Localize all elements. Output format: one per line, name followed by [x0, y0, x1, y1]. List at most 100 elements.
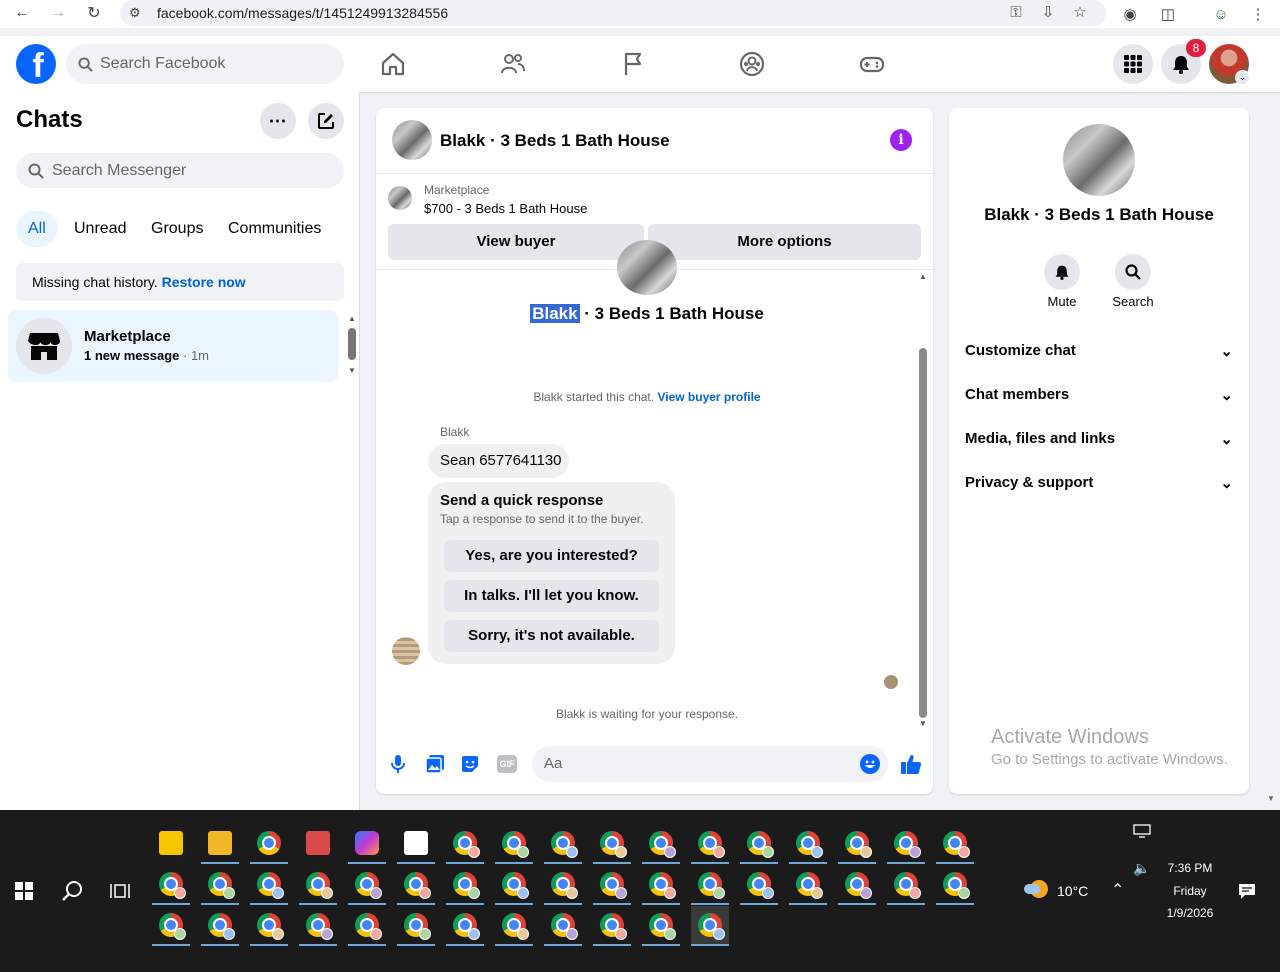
chrome-profile-window-icon[interactable]: [593, 824, 631, 864]
photo-attach-icon[interactable]: [425, 754, 445, 774]
chrome-icon[interactable]: [250, 824, 288, 864]
view-buyer-profile-link[interactable]: View buyer profile: [657, 390, 760, 404]
filter-communities[interactable]: Communities: [216, 211, 333, 247]
chrome-profile-window-icon[interactable]: [642, 865, 680, 905]
gaming-icon[interactable]: [858, 50, 886, 78]
search-in-chat-button[interactable]: [1115, 254, 1151, 290]
chrome-profile-window-icon[interactable]: [838, 865, 876, 905]
chrome-profile-window-icon[interactable]: [838, 824, 876, 864]
page-scroll-down-icon[interactable]: ▼: [1267, 794, 1275, 803]
reload-icon[interactable]: ↻: [82, 2, 106, 24]
chrome-profile-window-icon[interactable]: [936, 824, 974, 864]
chrome-profile-window-icon[interactable]: [495, 906, 533, 946]
chrome-profile-window-icon[interactable]: [691, 824, 729, 864]
windows-start-icon[interactable]: [15, 882, 33, 900]
mute-button[interactable]: [1044, 254, 1080, 290]
scroll-up-icon[interactable]: ▲: [919, 272, 927, 281]
chrome-profile-window-icon[interactable]: [691, 906, 729, 946]
chrome-profile-window-icon[interactable]: [152, 906, 190, 946]
notifications-center-icon[interactable]: [1238, 882, 1256, 900]
scroll-down-icon[interactable]: ▼: [919, 719, 927, 728]
chat-options-button[interactable]: ⋯: [260, 103, 296, 139]
listing-title[interactable]: $700 - 3 Beds 1 Bath House: [424, 201, 587, 216]
chrome-profile-window-icon[interactable]: [495, 865, 533, 905]
forward-icon[interactable]: →: [46, 2, 70, 24]
clock-date[interactable]: 1/9/2026: [1150, 906, 1230, 920]
emoji-icon[interactable]: [860, 754, 880, 774]
info-icon[interactable]: i: [890, 129, 912, 151]
section-customize-chat[interactable]: Customize chat ⌄: [965, 342, 1233, 360]
friends-icon[interactable]: [499, 50, 527, 78]
scroll-thumb[interactable]: [348, 328, 356, 360]
messenger-search-input[interactable]: Search Messenger: [16, 153, 344, 188]
chrome-profile-window-icon[interactable]: [642, 824, 680, 864]
section-chat-members[interactable]: Chat members ⌄: [965, 386, 1233, 404]
chrome-profile-window-icon[interactable]: [495, 824, 533, 864]
filter-unread[interactable]: Unread: [62, 211, 138, 247]
taskbar-search-icon[interactable]: [61, 880, 83, 902]
chrome-profile-window-icon[interactable]: [250, 865, 288, 905]
chat-list-item-marketplace[interactable]: Marketplace 1 new message · 1m: [8, 310, 338, 382]
conversation-title[interactable]: Blakk · 3 Beds 1 Bath House: [440, 131, 670, 151]
microphone-icon[interactable]: [390, 754, 406, 774]
facebook-search-input[interactable]: Search Facebook: [66, 44, 344, 84]
message-bubble[interactable]: Sean 6577641130: [428, 444, 569, 478]
task-view-icon[interactable]: [110, 882, 130, 900]
view-buyer-button[interactable]: View buyer: [388, 224, 644, 260]
new-message-button[interactable]: [308, 103, 344, 139]
chrome-profile-window-icon[interactable]: [446, 865, 484, 905]
chrome-profile-window-icon[interactable]: [397, 906, 435, 946]
pages-flag-icon[interactable]: [619, 50, 647, 78]
chrome-profile-window-icon[interactable]: [740, 865, 778, 905]
facebook-logo[interactable]: f: [16, 44, 56, 84]
chrome-profile-window-icon[interactable]: [593, 906, 631, 946]
menu-grid-button[interactable]: [1113, 44, 1153, 84]
chrome-profile-window-icon[interactable]: [691, 865, 729, 905]
chrome-profile-window-icon[interactable]: [152, 865, 190, 905]
chrome-profile-window-icon[interactable]: [348, 906, 386, 946]
quick-response-in-talks[interactable]: In talks. I'll let you know.: [444, 580, 659, 612]
paint-icon[interactable]: [299, 824, 337, 864]
chrome-profile-window-icon[interactable]: [544, 906, 582, 946]
tray-chevron-icon[interactable]: ⌃: [1111, 880, 1124, 900]
menu-kebab-icon[interactable]: ⋮: [1248, 4, 1268, 24]
url-text[interactable]: facebook.com/messages/t/1451249913284556: [157, 5, 448, 21]
gif-icon[interactable]: GIF: [497, 755, 517, 773]
weather-temperature[interactable]: 10°C: [1057, 883, 1088, 899]
chrome-profile-window-icon[interactable]: [299, 906, 337, 946]
message-input[interactable]: Aa: [532, 746, 888, 782]
file-explorer-icon[interactable]: [201, 824, 239, 864]
copilot-icon[interactable]: [348, 824, 386, 864]
chrome-profile-window-icon[interactable]: [789, 824, 827, 864]
clock-time[interactable]: 7:36 PM: [1150, 861, 1230, 875]
chrome-profile-window-icon[interactable]: [936, 865, 974, 905]
chrome-profile-window-icon[interactable]: [299, 865, 337, 905]
scroll-up-icon[interactable]: ▲: [348, 314, 356, 323]
bookmark-star-icon[interactable]: ☆: [1070, 2, 1090, 22]
chrome-profile-window-icon[interactable]: [250, 906, 288, 946]
details-avatar[interactable]: [1063, 124, 1135, 196]
extensions-icon[interactable]: ◫: [1158, 4, 1178, 24]
chrome-profile-window-icon[interactable]: [887, 824, 925, 864]
sticker-icon[interactable]: [460, 754, 480, 774]
home-icon[interactable]: [379, 50, 407, 78]
network-icon[interactable]: [1133, 824, 1151, 838]
filter-groups[interactable]: Groups: [139, 211, 215, 247]
scroll-thumb[interactable]: [919, 348, 927, 718]
globe-icon[interactable]: ◉: [1120, 4, 1140, 24]
back-icon[interactable]: ←: [10, 2, 34, 24]
filter-all[interactable]: All: [16, 211, 58, 247]
more-options-button[interactable]: More options: [648, 224, 921, 260]
chrome-profile-window-icon[interactable]: [446, 906, 484, 946]
section-media-files-links[interactable]: Media, files and links ⌄: [965, 430, 1233, 448]
chrome-profile-window-icon[interactable]: [593, 865, 631, 905]
chrome-profile-window-icon[interactable]: [887, 865, 925, 905]
chrome-profile-window-icon[interactable]: [201, 865, 239, 905]
site-info-icon[interactable]: ⚙: [129, 5, 141, 21]
key-icon[interactable]: ⚿: [1006, 2, 1026, 22]
address-bar[interactable]: ⚙ facebook.com/messages/t/14512499132845…: [120, 0, 1106, 26]
sender-avatar[interactable]: [392, 637, 420, 665]
thumbs-up-icon[interactable]: [900, 753, 922, 775]
chrome-profile-window-icon[interactable]: [642, 906, 680, 946]
document-app-icon[interactable]: [397, 824, 435, 864]
